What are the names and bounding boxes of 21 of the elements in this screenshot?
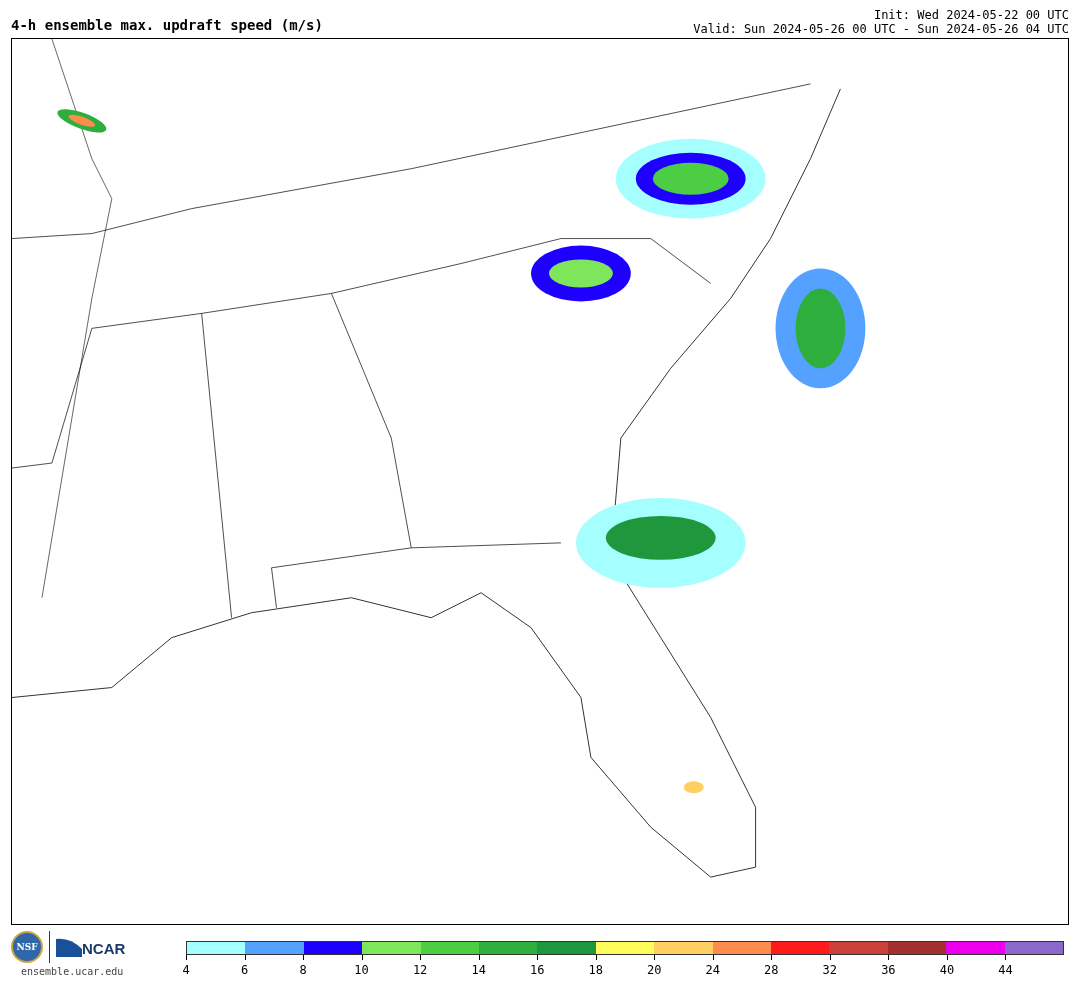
tick-label: 40 [938,963,956,977]
tick-label: 36 [880,963,897,977]
tick-label: 4 [181,963,191,977]
chart-title: 4-h ensemble max. updraft speed (m/s) [11,17,323,35]
tick-label: 24 [704,963,721,977]
tick-label: 32 [821,963,839,977]
tick-label: 28 [763,963,780,977]
tick-label: 12 [411,963,429,977]
site-url: ensemble.ucar.edu [21,966,124,977]
tick-label: 44 [997,963,1014,977]
tick-label: 14 [470,963,487,977]
tick-label: 8 [298,963,308,977]
tick-label: 6 [239,963,250,977]
tick-label: 18 [587,963,604,977]
valid-time: Valid: Sun 2024-05-26 00 UTC - Sun 2024-05-26 04 UTC [693,22,1069,36]
init-time: Init: Wed 2024-05-22 00 UTC [872,8,1069,22]
tick-label: 16 [528,963,546,977]
ncar-logo: NCAR [56,937,126,957]
nsf-logo: NSF [11,931,43,963]
tick-label: 20 [646,963,663,977]
tick-label: 10 [353,963,370,977]
